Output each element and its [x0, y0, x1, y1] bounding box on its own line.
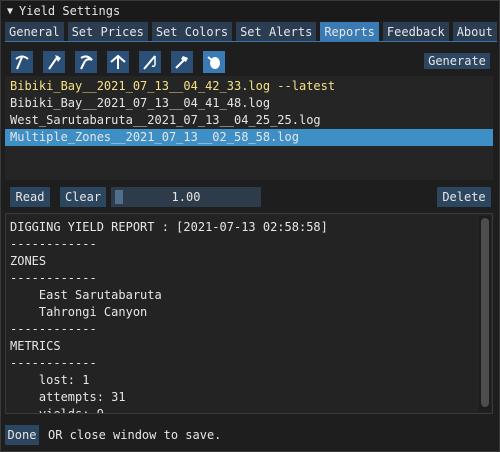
- done-button[interactable]: Done: [5, 425, 39, 445]
- sickle-icon[interactable]: [75, 51, 97, 73]
- dig-icon[interactable]: [107, 51, 129, 73]
- tab-set-prices[interactable]: Set Prices: [67, 22, 148, 41]
- delete-button[interactable]: Delete: [437, 187, 491, 207]
- collapse-triangle-icon[interactable]: ▼: [7, 6, 13, 17]
- axe-icon[interactable]: [43, 51, 65, 73]
- tab-general[interactable]: General: [5, 22, 64, 41]
- footer-hint: OR close window to save.: [48, 428, 222, 442]
- tab-set-alerts[interactable]: Set Alerts: [236, 22, 317, 41]
- read-button[interactable]: Read: [10, 187, 50, 207]
- report-line: METRICS: [10, 339, 61, 353]
- report-line: Tahrongi Canyon: [10, 305, 148, 319]
- footer: Done OR close window to save.: [5, 425, 221, 445]
- yield-settings-window: ▼ Yield Settings General Set Prices Set …: [0, 0, 500, 452]
- fishing-icon[interactable]: [139, 51, 161, 73]
- egg-icon[interactable]: [203, 51, 225, 73]
- tab-about[interactable]: About: [452, 22, 497, 41]
- window-title: Yield Settings: [19, 4, 121, 18]
- slider-value: 1.00: [171, 190, 201, 204]
- pickaxe-icon[interactable]: [11, 51, 33, 73]
- gathering-type-toolbar: [11, 51, 225, 73]
- scrollbar-thumb[interactable]: [481, 218, 489, 407]
- excavation-icon[interactable]: [171, 51, 193, 73]
- clear-button[interactable]: Clear: [60, 187, 106, 207]
- scale-slider[interactable]: 1.00: [111, 187, 261, 207]
- file-item[interactable]: Bibiki_Bay__2021_07_13__04_42_33.log --l…: [5, 78, 493, 95]
- title-bar[interactable]: ▼ Yield Settings: [1, 1, 499, 21]
- tab-bar: General Set Prices Set Colors Set Alerts…: [5, 22, 497, 42]
- tab-reports[interactable]: Reports: [320, 22, 379, 41]
- report-file-list: Bibiki_Bay__2021_07_13__04_42_33.log --l…: [5, 76, 493, 180]
- tab-set-colors[interactable]: Set Colors: [151, 22, 233, 41]
- report-line: ------------: [10, 237, 97, 251]
- report-line: attempts: 31: [10, 390, 126, 404]
- file-item[interactable]: Bibiki_Bay__2021_07_13__04_41_48.log: [5, 95, 493, 112]
- report-scrollbar[interactable]: [479, 216, 491, 412]
- tab-feedback[interactable]: Feedback: [382, 22, 449, 41]
- file-item[interactable]: West_Sarutabaruta__2021_07_13__04_25_25.…: [5, 112, 493, 129]
- report-line: ------------: [10, 356, 97, 370]
- report-text-panel[interactable]: DIGGING YIELD REPORT : [2021-07-13 02:58…: [5, 213, 493, 414]
- report-line: ------------: [10, 271, 97, 285]
- generate-button[interactable]: Generate: [424, 53, 490, 69]
- report-line: ------------: [10, 322, 97, 336]
- report-line: DIGGING YIELD REPORT : [2021-07-13 02:58…: [10, 220, 328, 234]
- report-line: ZONES: [10, 254, 47, 268]
- report-controls: Read Clear 1.00 Delete: [5, 187, 493, 207]
- file-item-selected[interactable]: Multiple_Zones__2021_07_13__02_58_58.log: [5, 129, 493, 146]
- report-line: yields: 9: [10, 407, 104, 414]
- report-line: East Sarutabaruta: [10, 288, 162, 302]
- report-line: lost: 1: [10, 373, 90, 387]
